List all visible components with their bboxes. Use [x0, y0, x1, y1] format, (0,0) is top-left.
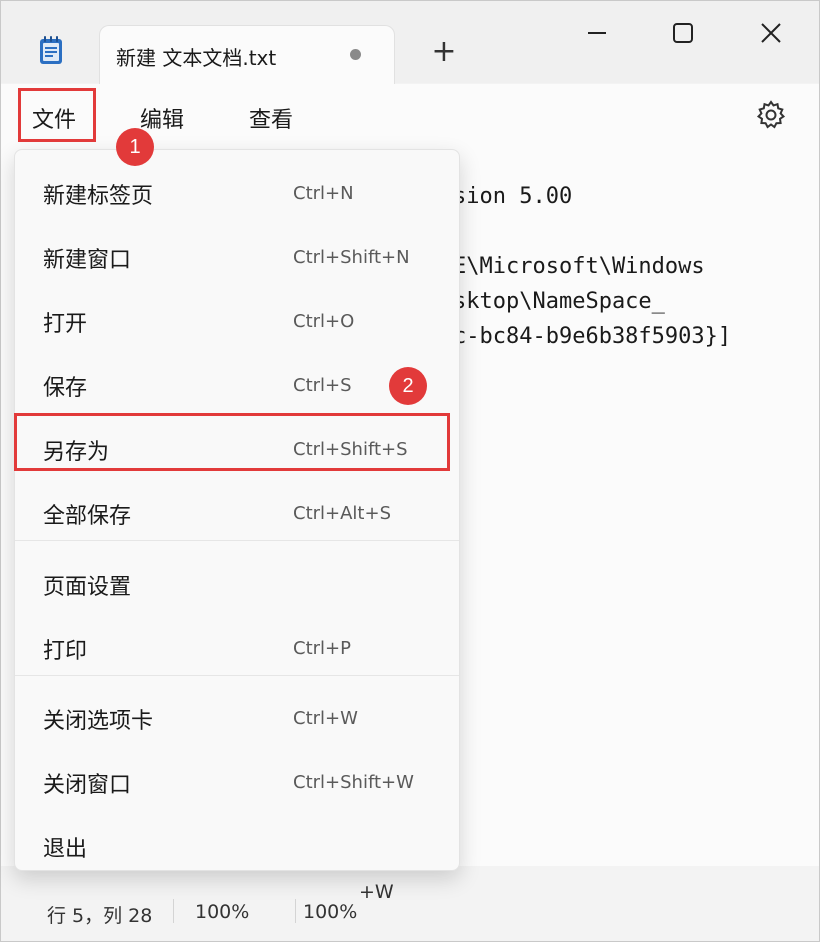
- menu-item-label: 退出: [43, 837, 88, 862]
- menu-separator: [15, 675, 459, 676]
- gear-icon[interactable]: [755, 99, 787, 131]
- menu-item-open[interactable]: 打开 Ctrl+O: [15, 285, 459, 347]
- editor-line: c-bc84-b9e6b38f5903}]: [453, 324, 732, 349]
- save-as-highlight: [14, 413, 450, 471]
- menu-item-shortcut: Ctrl+N: [293, 183, 354, 204]
- menu-item-label: 打印: [43, 639, 88, 664]
- close-button[interactable]: [751, 17, 791, 49]
- menu-item-shortcut: Ctrl+Shift+N: [293, 247, 410, 268]
- menu-item-page-setup[interactable]: 页面设置: [15, 548, 459, 610]
- menu-item-label: 新建标签页: [43, 184, 154, 209]
- menu-item-shortcut: Ctrl+Alt+S: [293, 503, 391, 524]
- editor-line: E\Microsoft\Windows: [453, 254, 705, 279]
- file-menu-highlight: [18, 88, 96, 142]
- menu-item-label: 全部保存: [43, 504, 132, 529]
- step-1-badge: 1: [116, 128, 154, 166]
- menu-item-shortcut: Ctrl+O: [293, 311, 355, 332]
- menu-item-close-tab[interactable]: 关闭选项卡 Ctrl+W: [15, 682, 459, 744]
- menu-item-print[interactable]: 打印 Ctrl+P: [15, 612, 459, 674]
- step-2-badge: 2: [389, 367, 427, 405]
- maximize-icon: [673, 23, 693, 43]
- menu-separator: [15, 540, 459, 541]
- close-icon: [761, 23, 781, 43]
- zoom-level: 100%: [195, 901, 250, 923]
- menu-item-label: 关闭窗口: [43, 773, 132, 798]
- menu-item-shortcut: Ctrl+Shift+W: [293, 772, 414, 793]
- menu-item-close-window[interactable]: 关闭窗口 Ctrl+Shift+W: [15, 746, 459, 808]
- menu-edit[interactable]: 编辑: [140, 102, 184, 134]
- cursor-position: 行 5，列 28: [47, 905, 153, 927]
- notepad-icon: [40, 36, 62, 64]
- editor-line: sion 5.00: [453, 184, 573, 209]
- minimize-icon: [588, 32, 606, 34]
- menu-item-exit[interactable]: 退出: [15, 810, 459, 872]
- menu-item-label: 保存: [43, 376, 88, 401]
- menu-item-new-window[interactable]: 新建窗口 Ctrl+Shift+N: [15, 221, 459, 283]
- menu-item-shortcut: Ctrl+W: [293, 708, 358, 729]
- status-bar: 行 5，列 28 100% 100% +W: [1, 871, 819, 941]
- document-tab[interactable]: 新建 文本文档.txt: [99, 25, 395, 85]
- new-tab-button[interactable]: +: [429, 37, 459, 67]
- partial-shortcut-text: +W: [359, 881, 394, 903]
- tab-title: 新建 文本文档.txt: [116, 46, 277, 70]
- menu-item-label: 页面设置: [43, 575, 132, 600]
- status-divider: [295, 899, 296, 923]
- editor-line: sktop\NameSpace_: [453, 289, 665, 314]
- maximize-button[interactable]: [663, 17, 703, 49]
- menu-item-label: 打开: [43, 312, 88, 337]
- menu-view[interactable]: 查看: [249, 102, 293, 134]
- minimize-button[interactable]: [577, 17, 617, 49]
- status-divider: [173, 899, 174, 923]
- file-menu-dropdown: 新建标签页 Ctrl+N 新建窗口 Ctrl+Shift+N 打开 Ctrl+O…: [14, 149, 460, 871]
- unsaved-dot-icon[interactable]: [350, 49, 361, 60]
- notepad-window: 新建 文本文档.txt + 文件 编辑 查看 sion 5.00 E\Micro…: [0, 0, 820, 942]
- menu-item-shortcut: Ctrl+P: [293, 638, 351, 659]
- zoom-level-secondary: 100%: [303, 901, 358, 923]
- menu-item-shortcut: Ctrl+S: [293, 375, 352, 396]
- menu-item-label: 关闭选项卡: [43, 709, 154, 734]
- menu-item-label: 新建窗口: [43, 248, 132, 273]
- menu-item-save-all[interactable]: 全部保存 Ctrl+Alt+S: [15, 477, 459, 539]
- menu-item-new-tab[interactable]: 新建标签页 Ctrl+N: [15, 157, 459, 219]
- title-bar: 新建 文本文档.txt +: [1, 1, 819, 85]
